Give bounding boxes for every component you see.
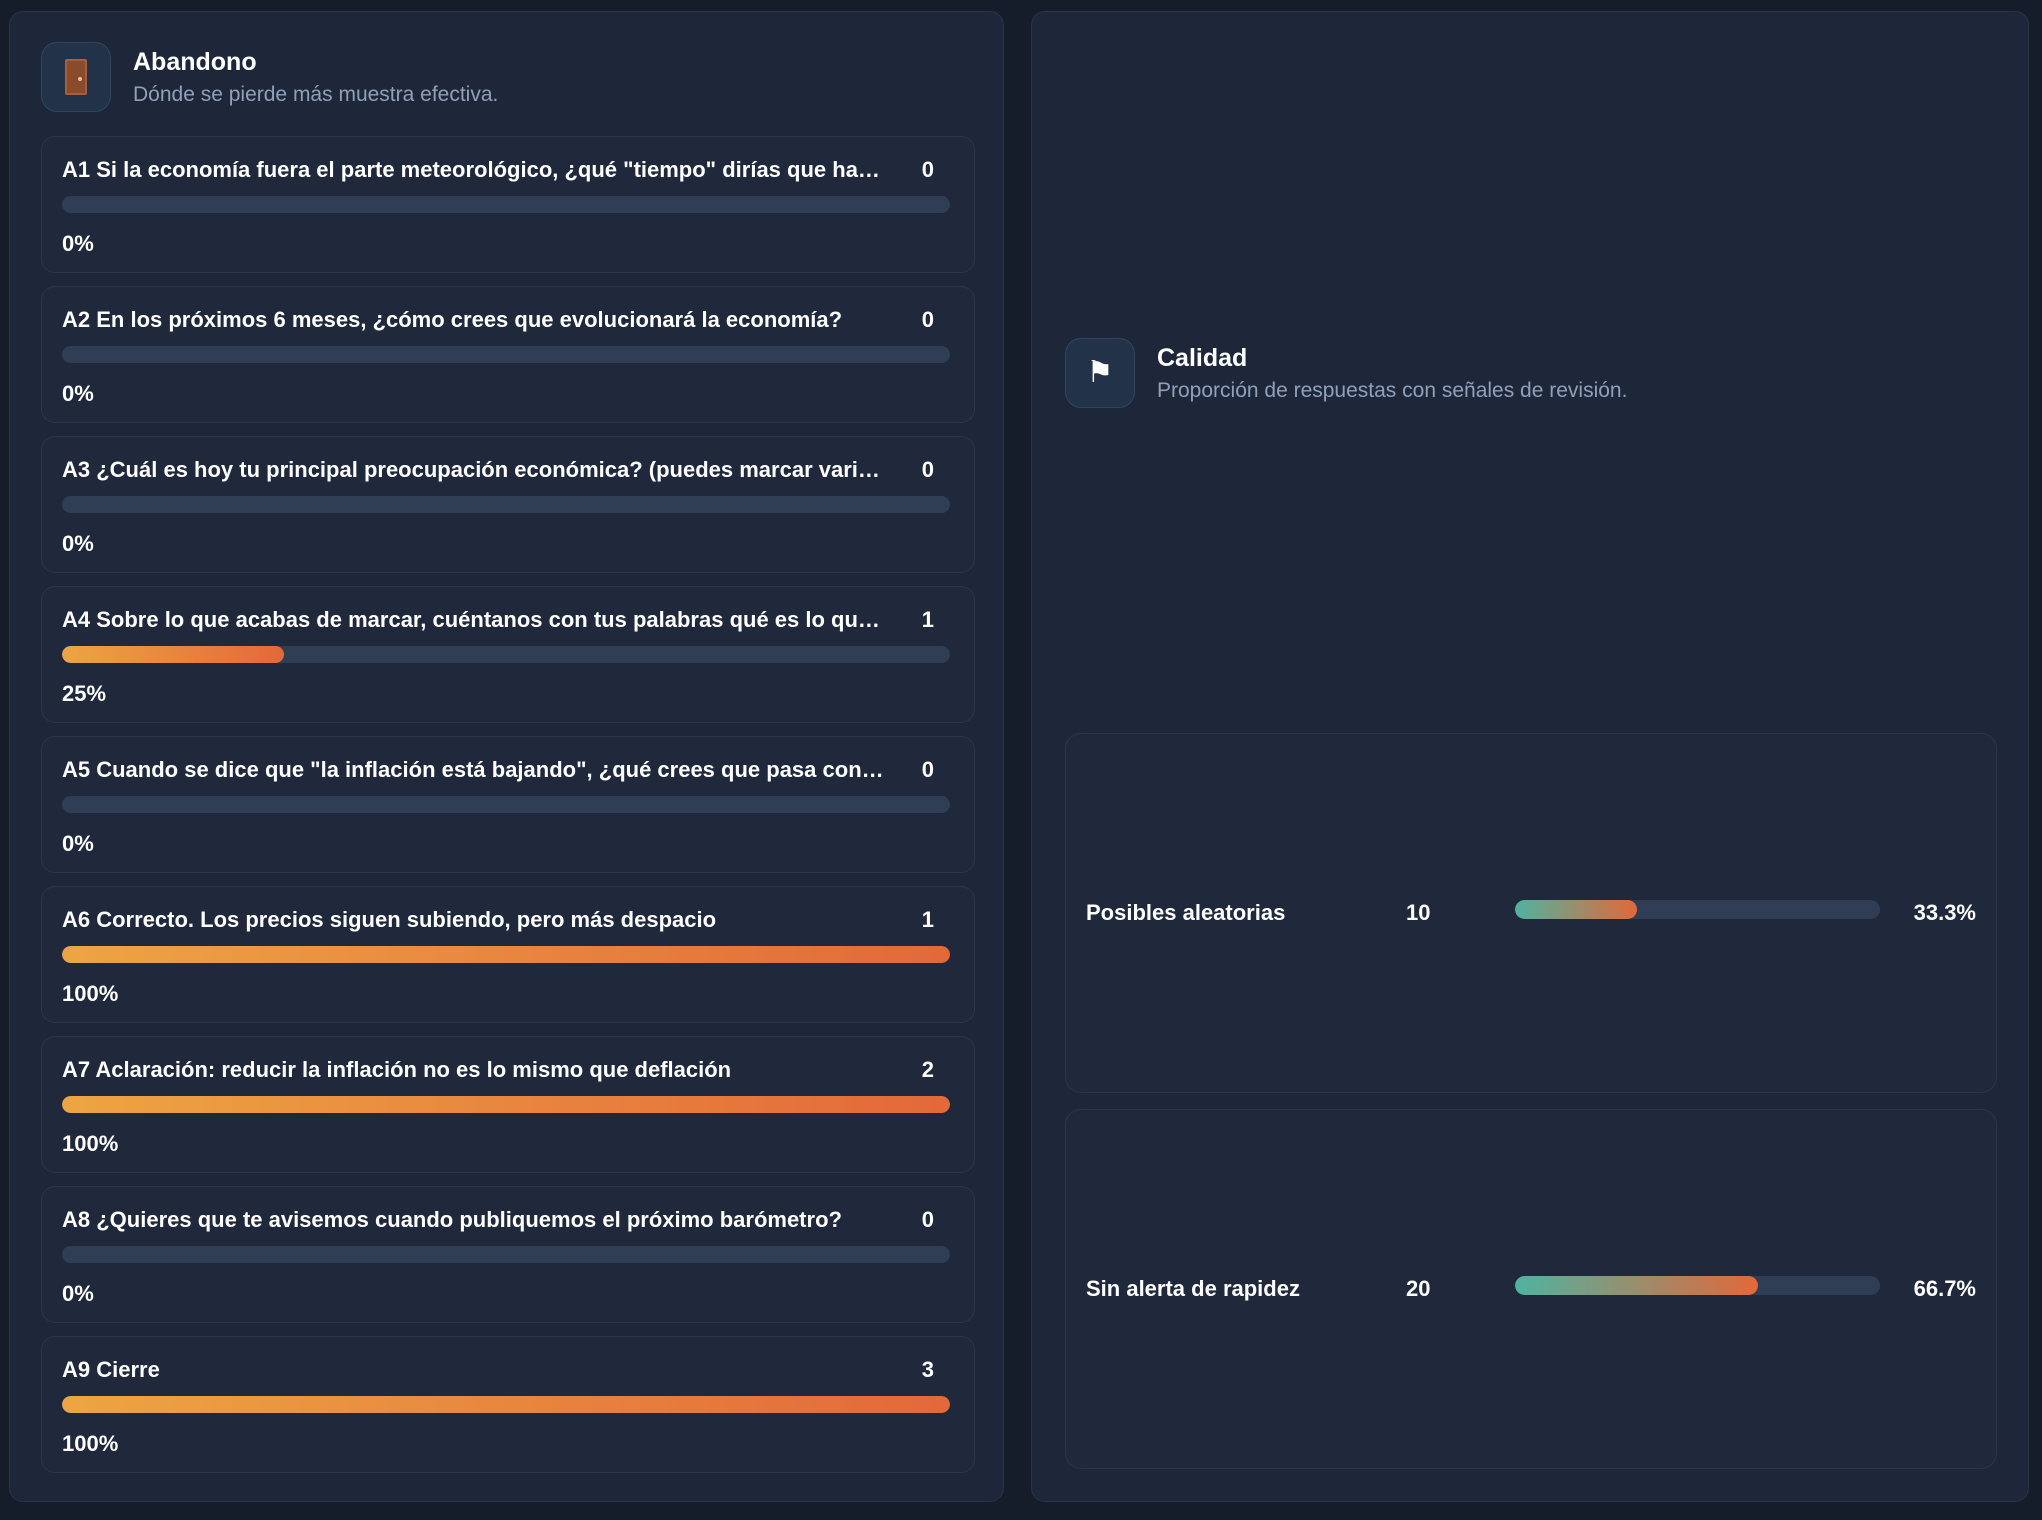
progress-fill [62,646,284,663]
item-count: 1 [921,607,934,632]
progress-track [62,196,950,213]
item-label: A8 ¿Quieres que te avisemos cuando publi… [62,1207,842,1232]
quality-fill [1515,1276,1759,1295]
dashboard: Abandono Dónde se pierde más muestra efe… [0,0,2042,1520]
item-percent: 100% [62,981,119,1006]
quality-count: 10 [1406,900,1431,925]
abandono-title: Abandono [133,47,257,76]
list-item: A4 Sobre lo que acabas de marcar, cuénta… [41,586,975,723]
abandono-header: Abandono Dónde se pierde más muestra efe… [41,42,498,112]
item-count: 1 [921,907,934,932]
item-label: A2 En los próximos 6 meses, ¿cómo crees … [62,307,843,332]
item-percent: 0% [62,831,94,856]
list-item: A3 ¿Cuál es hoy tu principal preocupació… [41,436,975,573]
calidad-panel: ⚑ Calidad Proporción de respuestas con s… [1031,11,2029,1502]
item-percent: 0% [62,381,94,406]
quality-percent: 33.3% [1913,900,1976,925]
list-item: A2 En los próximos 6 meses, ¿cómo crees … [41,286,975,423]
calidad-title: Calidad [1157,343,1248,372]
door-icon [41,42,111,112]
item-percent: 100% [62,1131,119,1156]
progress-fill [62,1096,950,1113]
item-count: 3 [921,1357,934,1382]
item-count: 0 [921,1207,934,1232]
item-count: 0 [921,157,934,182]
item-percent: 100% [62,1431,119,1456]
abandono-list: A1 Si la economía fuera el parte meteoro… [41,136,975,1486]
quality-label: Posibles aleatorias [1086,900,1286,925]
item-count: 0 [921,757,934,782]
progress-track [62,946,950,963]
item-label: A9 Cierre [62,1357,160,1382]
item-percent: 0% [62,1281,94,1306]
calidad-header: ⚑ Calidad Proporción de respuestas con s… [1065,338,1627,408]
item-percent: 25% [62,681,107,706]
progress-fill [62,946,950,963]
quality-label: Sin alerta de rapidez [1086,1276,1300,1301]
quality-track [1515,900,1880,919]
item-label: A5 Cuando se dice que "la inflación está… [62,757,884,782]
list-item: A1 Si la economía fuera el parte meteoro… [41,136,975,273]
item-label: A4 Sobre lo que acabas de marcar, cuénta… [62,607,880,632]
quality-track [1515,1276,1880,1295]
progress-track [62,1246,950,1263]
progress-track [62,1396,950,1413]
flag-icon: ⚑ [1065,338,1135,408]
item-label: A3 ¿Cuál es hoy tu principal preocupació… [62,457,880,482]
item-label: A6 Correcto. Los precios siguen subiendo… [62,907,717,932]
item-count: 0 [921,457,934,482]
quality-fill [1515,900,1637,919]
item-label: A1 Si la economía fuera el parte meteoro… [62,157,880,182]
progress-track [62,796,950,813]
progress-fill [62,1396,950,1413]
list-item: A7 Aclaración: reducir la inflación no e… [41,1036,975,1173]
abandono-subtitle: Dónde se pierde más muestra efectiva. [133,82,499,106]
item-count: 2 [921,1057,934,1082]
calidad-subtitle: Proporción de respuestas con señales de … [1157,378,1628,402]
progress-track [62,1096,950,1113]
progress-track [62,346,950,363]
list-item: A5 Cuando se dice que "la inflación está… [41,736,975,873]
item-label: A7 Aclaración: reducir la inflación no e… [62,1057,732,1082]
quality-percent: 66.7% [1913,1276,1976,1301]
progress-track [62,646,950,663]
item-percent: 0% [62,531,94,556]
list-item: A6 Correcto. Los precios siguen subiendo… [41,886,975,1023]
list-item: A8 ¿Quieres que te avisemos cuando publi… [41,1186,975,1323]
quality-card-random: Posibles aleatorias 10 33.3% [1065,733,1997,1093]
item-count: 0 [921,307,934,332]
quality-card-speed: Sin alerta de rapidez 20 66.7% [1065,1109,1997,1469]
abandono-panel: Abandono Dónde se pierde más muestra efe… [9,11,1004,1502]
quality-count: 20 [1406,1276,1431,1301]
list-item: A9 Cierre 3 100% [41,1336,975,1473]
progress-track [62,496,950,513]
item-percent: 0% [62,231,94,256]
